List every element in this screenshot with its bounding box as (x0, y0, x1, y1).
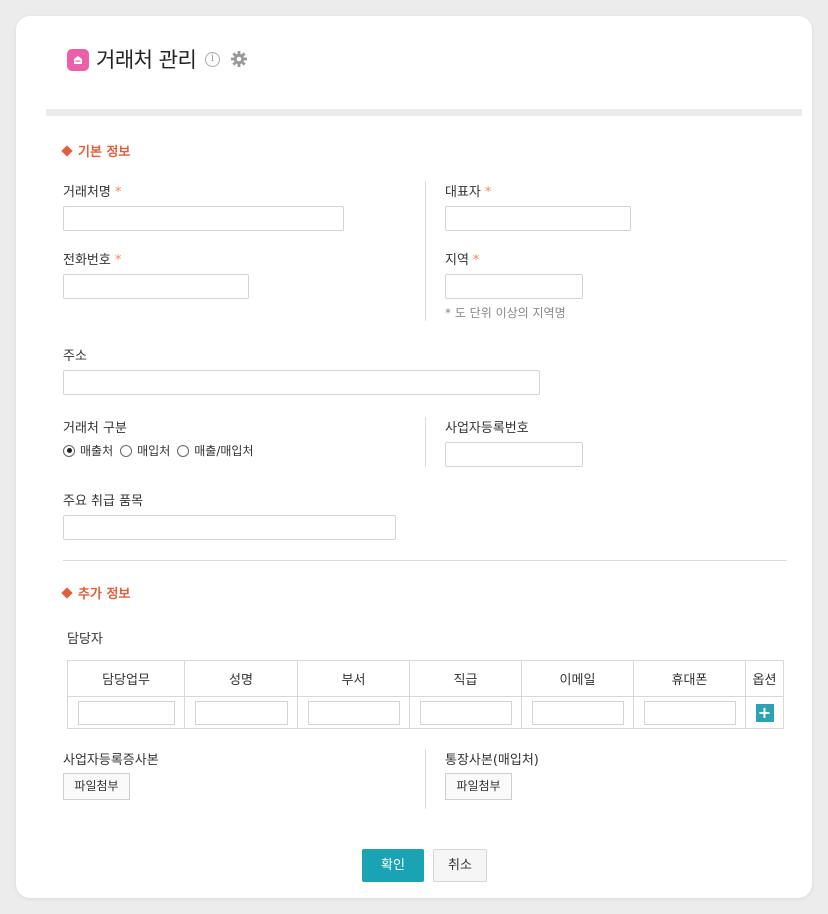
region-input[interactable] (445, 274, 583, 299)
column-divider (425, 749, 426, 809)
region-label: 지역 * (445, 253, 480, 268)
mobile-input[interactable] (643, 700, 736, 725)
bankbook-label: 통장사본(매입처) (445, 753, 539, 768)
bankbook-attach-button[interactable]: 파일첨부 (445, 773, 512, 800)
table-row: + (67, 696, 784, 729)
client-type-radio-group: 매출처 매입처 매출/매입처 (63, 442, 261, 459)
business-cert-attach-button[interactable]: 파일첨부 (63, 773, 130, 800)
position-input[interactable] (419, 700, 512, 725)
client-name-input[interactable] (63, 206, 344, 231)
client-name-label: 거래처명 * (63, 185, 122, 200)
info-icon[interactable]: i (205, 52, 220, 67)
address-input[interactable] (63, 370, 540, 395)
phone-input[interactable] (63, 274, 249, 299)
table-header-option: 옵션 (745, 660, 784, 697)
page-title: 거래처 관리 (96, 48, 197, 72)
client-book-icon (67, 49, 89, 71)
client-type-label: 거래처 구분 (63, 421, 127, 436)
address-label: 주소 (63, 349, 87, 364)
radio-sales[interactable]: 매출처 (63, 442, 113, 459)
region-hint: * 도 단위 이상의 지역명 (445, 306, 566, 320)
department-input[interactable] (307, 700, 400, 725)
column-divider (425, 249, 426, 321)
representative-input[interactable] (445, 206, 631, 231)
gear-icon[interactable] (230, 50, 248, 72)
table-header-mobile: 휴대폰 (633, 660, 746, 697)
table-header-position: 직급 (409, 660, 522, 697)
manager-label: 담당자 (67, 632, 103, 647)
radio-selected-indicator (63, 444, 75, 457)
duty-input[interactable] (77, 700, 175, 725)
table-header-department: 부서 (297, 660, 410, 697)
radio-sales-purchase[interactable]: 매출/매입처 (177, 442, 254, 459)
cancel-button[interactable]: 취소 (433, 849, 487, 882)
header-divider (46, 109, 802, 116)
confirm-button[interactable]: 확인 (362, 849, 424, 882)
radio-purchase[interactable]: 매입처 (120, 442, 170, 459)
main-items-label: 주요 취급 품목 (63, 494, 144, 509)
add-row-plus-icon[interactable]: + (755, 703, 774, 722)
business-number-input[interactable] (445, 442, 583, 467)
table-header-name: 성명 (184, 660, 298, 697)
representative-label: 대표자 * (445, 185, 492, 200)
client-management-card: 거래처 관리 i 기본 정보 거래처명 * 대표자 * 전화번호 * 지역 * * 도 (16, 16, 812, 898)
table-header-email: 이메일 (521, 660, 634, 697)
business-number-label: 사업자등록번호 (445, 421, 529, 436)
column-divider (425, 181, 426, 253)
manager-table: 담당업무 성명 부서 직급 이메일 휴대폰 옵션 + (67, 660, 784, 729)
main-items-input[interactable] (63, 515, 396, 540)
table-header-duty: 담당업무 (67, 660, 185, 697)
basic-info-section-title: 기본 정보 (61, 141, 130, 160)
business-cert-label: 사업자등록증사본 (63, 753, 159, 768)
section-divider (63, 560, 787, 561)
column-divider (425, 417, 426, 467)
email-input[interactable] (531, 700, 624, 725)
extra-info-section-title: 추가 정보 (61, 583, 130, 602)
phone-label: 전화번호 * (63, 253, 122, 268)
name-input[interactable] (194, 700, 288, 725)
